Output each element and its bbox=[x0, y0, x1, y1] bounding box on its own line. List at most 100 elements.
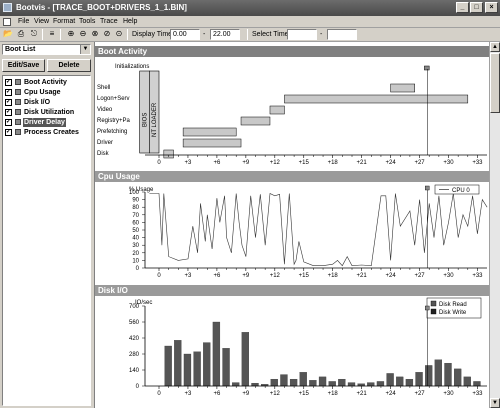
zoom-fit-icon[interactable]: ⊗ bbox=[90, 29, 100, 39]
select-time-end-field[interactable] bbox=[327, 29, 357, 40]
select-time-label: Select Time bbox=[252, 31, 289, 38]
menu-help[interactable]: Help bbox=[123, 18, 137, 25]
x-tick-label: +33 bbox=[472, 160, 483, 166]
display-time-end-field[interactable]: 22.00 bbox=[210, 29, 240, 40]
menu-tools[interactable]: Tools bbox=[79, 18, 95, 25]
x-tick-label: +9 bbox=[242, 273, 250, 279]
x-tick-label: +3 bbox=[185, 160, 193, 166]
checkbox[interactable]: ✓ bbox=[5, 109, 12, 116]
x-tick-label: +9 bbox=[242, 391, 250, 397]
x-tick-label: +27 bbox=[414, 160, 425, 166]
disk-read-bar bbox=[328, 381, 336, 387]
toolbar-separator bbox=[127, 29, 128, 40]
activity-bar bbox=[269, 105, 285, 115]
time-marker-handle bbox=[425, 185, 430, 191]
x-tick-label: +6 bbox=[213, 273, 221, 279]
disk-read-bar bbox=[241, 332, 250, 387]
legend-swatch-write bbox=[430, 308, 437, 315]
graph-area: Boot Activity Initializations Shell Logon+… bbox=[94, 42, 500, 408]
boot-list-dropdown[interactable]: Boot List ▼ bbox=[2, 44, 91, 55]
boot-activity-chart[interactable]: Initializations Shell Logon+Serv Video Regis… bbox=[95, 57, 489, 167]
title-bar: Bootvis - [TRACE_BOOT+DRIVERS_1_1.BIN] _… bbox=[0, 0, 500, 16]
cpu-usage-chart[interactable]: % Usage1009080706050403020100CPU 00 +3 +6 +… bbox=[95, 182, 489, 282]
activity-bar bbox=[182, 127, 237, 137]
minimize-button[interactable]: _ bbox=[456, 2, 469, 13]
disk-read-bar bbox=[222, 348, 230, 387]
toolbar-separator bbox=[60, 29, 61, 40]
legend-label-write: Disk Write bbox=[439, 310, 467, 316]
disk-read-bar bbox=[338, 378, 346, 387]
x-tick-label: +30 bbox=[443, 391, 454, 397]
row-label: Driver bbox=[97, 140, 113, 146]
list-item-label: Boot Activity bbox=[24, 79, 67, 86]
scroll-down-icon[interactable]: ▼ bbox=[490, 398, 500, 408]
x-tick-label: +15 bbox=[299, 391, 310, 397]
x-tick-label: +6 bbox=[213, 160, 221, 166]
scroll-thumb[interactable] bbox=[490, 53, 500, 113]
time-marker-handle bbox=[425, 305, 430, 311]
graph-icon bbox=[15, 99, 21, 105]
x-tick-label: +21 bbox=[357, 273, 368, 279]
delete-button[interactable]: Delete bbox=[47, 59, 91, 72]
y-tick-label: 90 bbox=[132, 198, 139, 204]
activity-bar bbox=[284, 94, 469, 104]
row-label: Registry+Pa bbox=[97, 118, 131, 124]
select-time-start-field[interactable] bbox=[287, 29, 317, 40]
checkbox[interactable]: ✓ bbox=[5, 119, 12, 126]
x-tick-label: +24 bbox=[386, 391, 397, 397]
toolbar-separator bbox=[42, 29, 43, 40]
menu-format[interactable]: Format bbox=[53, 18, 75, 25]
x-tick-label: +12 bbox=[270, 391, 281, 397]
row-label: Video bbox=[97, 107, 113, 113]
menu-bar: File View Format Tools Trace Help bbox=[0, 16, 500, 28]
y-tick-label: 140 bbox=[129, 368, 140, 374]
list-icon[interactable]: ≡ bbox=[47, 29, 57, 39]
y-tick-label: 420 bbox=[129, 336, 140, 342]
checkbox[interactable]: ✓ bbox=[5, 79, 12, 86]
y-tick-label: 20 bbox=[132, 251, 139, 257]
edit-save-button[interactable]: Edit/Save bbox=[2, 59, 45, 72]
cpu0-line bbox=[149, 193, 488, 267]
x-tick-label: +27 bbox=[414, 273, 425, 279]
checkbox[interactable]: ✓ bbox=[5, 89, 12, 96]
disk-read-bar bbox=[425, 365, 433, 387]
zoom-select-icon[interactable]: ⊘ bbox=[102, 29, 112, 39]
scroll-up-icon[interactable]: ▲ bbox=[490, 42, 500, 52]
x-tick-label: 0 bbox=[157, 391, 161, 397]
disk-io-chart[interactable]: IO/sec7005604202801400Disk ReadDisk Writ… bbox=[95, 296, 489, 406]
graph-icon bbox=[15, 89, 21, 95]
open-icon[interactable]: 📂 bbox=[3, 29, 13, 39]
disk-read-bar bbox=[318, 376, 327, 387]
menu-trace[interactable]: Trace bbox=[100, 18, 118, 25]
close-button[interactable]: × bbox=[485, 2, 498, 13]
initializations-marker bbox=[424, 65, 430, 71]
row-label: Prefetching bbox=[97, 129, 127, 135]
disk-read-bar bbox=[164, 345, 172, 387]
graph-icon bbox=[15, 119, 21, 125]
zoom-reset-icon[interactable]: ⊙ bbox=[114, 29, 124, 39]
disk-read-bar bbox=[270, 378, 278, 387]
vertical-scrollbar[interactable]: ▲ ▼ bbox=[489, 42, 500, 408]
zoom-in-icon[interactable]: ⊕ bbox=[66, 29, 76, 39]
checkbox[interactable]: ✓ bbox=[5, 129, 12, 136]
graph-icon bbox=[15, 79, 21, 85]
menu-file[interactable]: File bbox=[18, 18, 29, 25]
checkbox[interactable]: ✓ bbox=[5, 99, 12, 106]
chevron-down-icon[interactable]: ▼ bbox=[80, 45, 90, 54]
bios-block bbox=[139, 70, 150, 154]
y-tick-label: 40 bbox=[132, 236, 139, 242]
zoom-out-icon[interactable]: ⊖ bbox=[78, 29, 88, 39]
display-time-start-field[interactable]: 0.00 bbox=[170, 29, 200, 40]
menu-view[interactable]: View bbox=[34, 18, 49, 25]
list-item-label: Disk I/O bbox=[24, 99, 51, 106]
activity-bar bbox=[390, 83, 415, 93]
disk-read-bar bbox=[453, 368, 462, 387]
disk-read-bar bbox=[174, 340, 182, 387]
document-icon[interactable] bbox=[3, 18, 11, 26]
x-tick-label: +18 bbox=[328, 273, 339, 279]
restore-button[interactable]: □ bbox=[470, 2, 483, 13]
print-preview-icon[interactable]: ⎋ bbox=[29, 29, 39, 39]
x-tick-label: +24 bbox=[386, 160, 397, 166]
legend-swatch-read bbox=[430, 300, 437, 307]
print-icon[interactable]: ⎙ bbox=[16, 29, 26, 39]
